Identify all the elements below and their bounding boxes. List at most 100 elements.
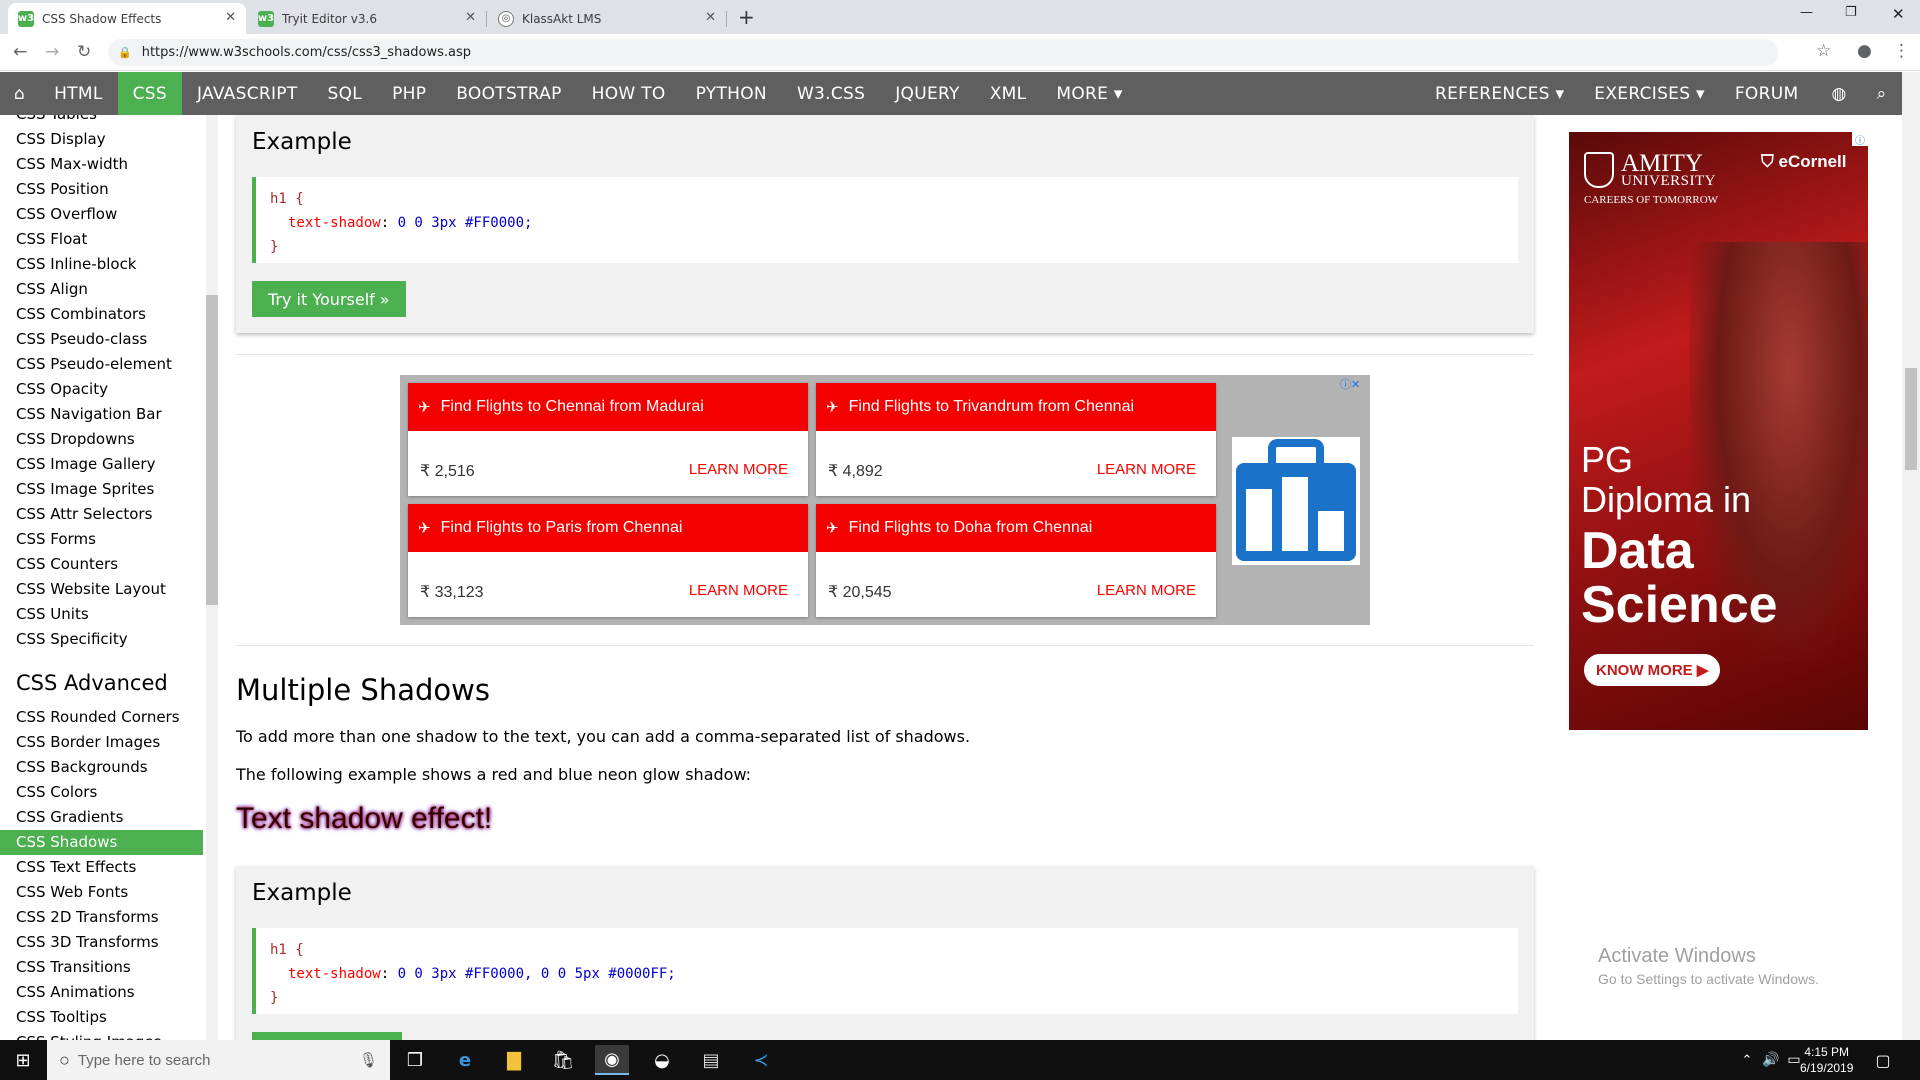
know-more-button[interactable]: KNOW MORE ▶: [1584, 654, 1721, 686]
close-icon[interactable]: ✕: [705, 10, 716, 25]
ad-choices-icon[interactable]: ⓘ: [1852, 132, 1868, 147]
profile-icon[interactable]: ●: [1857, 41, 1872, 61]
nav-forum[interactable]: FORUM: [1720, 72, 1814, 115]
notepad-icon[interactable]: ▤: [694, 1045, 728, 1075]
sidebar-item[interactable]: CSS Image Gallery: [0, 452, 203, 477]
close-icon[interactable]: ✕: [225, 10, 236, 25]
sidebar-item[interactable]: CSS 3D Transforms: [0, 930, 203, 955]
learn-more-link[interactable]: LEARN MORE: [1097, 461, 1196, 478]
nav-xml[interactable]: XML: [975, 72, 1042, 115]
nav-exercises[interactable]: EXERCISES ▾: [1579, 72, 1720, 115]
sidebar-item[interactable]: CSS Align: [0, 277, 203, 302]
nav-sql[interactable]: SQL: [313, 72, 378, 115]
tab-klassakt-lms[interactable]: ◎ KlassAkt LMS ✕: [488, 3, 727, 34]
sidebar-item[interactable]: CSS Web Fonts: [0, 880, 203, 905]
flight-card[interactable]: ✈ Find Flights to Doha from Chennai ₹ 20,…: [816, 504, 1216, 617]
learn-more-link[interactable]: LEARN MORE: [689, 582, 788, 599]
window-close-icon[interactable]: ✕: [1892, 5, 1905, 23]
notification-icon[interactable]: ▢: [1866, 1045, 1900, 1075]
sidebar-item[interactable]: CSS Backgrounds: [0, 755, 203, 780]
chrome-icon[interactable]: ◉: [595, 1045, 629, 1075]
sidebar-item[interactable]: CSS Units: [0, 602, 203, 627]
windows-start-icon[interactable]: ⊞: [6, 1045, 40, 1075]
sidebar-item[interactable]: CSS Rounded Corners: [0, 705, 203, 730]
taskbar-clock[interactable]: 4:15 PM 6/19/2019: [1800, 1044, 1853, 1076]
sidebar-item[interactable]: CSS Attr Selectors: [0, 502, 203, 527]
nav-jquery[interactable]: JQUERY: [880, 72, 975, 115]
try-it-yourself-button[interactable]: [252, 1032, 402, 1040]
sidebar-item[interactable]: CSS Specificity: [0, 627, 203, 652]
ad-choices-icon[interactable]: ⓘ✕: [1340, 376, 1360, 392]
eclipse-icon[interactable]: ◒: [645, 1045, 679, 1075]
sidebar-item[interactable]: CSS Tables: [0, 115, 203, 127]
sidebar-item[interactable]: CSS Text Effects: [0, 855, 203, 880]
globe-icon[interactable]: ◍: [1813, 72, 1864, 115]
sidebar-item-shadows[interactable]: CSS Shadows: [0, 830, 203, 855]
sidebar-scrollbar[interactable]: [206, 115, 218, 1040]
sidebar-item[interactable]: CSS Float: [0, 227, 203, 252]
forward-icon[interactable]: →: [45, 42, 59, 62]
close-icon[interactable]: ✕: [465, 10, 476, 25]
sidebar-item[interactable]: CSS Styling Images: [0, 1030, 203, 1040]
sidebar-item[interactable]: CSS Website Layout: [0, 577, 203, 602]
sidebar-item[interactable]: CSS Image Sprites: [0, 477, 203, 502]
sidebar-item[interactable]: CSS Transitions: [0, 955, 203, 980]
sidebar-item[interactable]: CSS Forms: [0, 527, 203, 552]
vscode-icon[interactable]: ≺: [744, 1045, 778, 1075]
page-scrollbar[interactable]: [1902, 72, 1920, 1040]
edge-icon[interactable]: e: [448, 1045, 482, 1075]
nav-references[interactable]: REFERENCES ▾: [1420, 72, 1579, 115]
sidebar-item[interactable]: CSS Combinators: [0, 302, 203, 327]
tab-tryit-editor[interactable]: w3 Tryit Editor v3.6 ✕: [248, 3, 487, 34]
sidebar-scrollbar-thumb[interactable]: [206, 295, 218, 605]
flight-ad[interactable]: ✈ Find Flights to Chennai from Madurai ₹ …: [400, 375, 1370, 625]
learn-more-link[interactable]: LEARN MORE: [1097, 582, 1196, 599]
new-tab-icon[interactable]: +: [738, 5, 755, 29]
sidebar-item[interactable]: CSS Pseudo-element: [0, 352, 203, 377]
sidebar-item[interactable]: CSS Counters: [0, 552, 203, 577]
amity-ad[interactable]: AMITY UNIVERSITY CAREERS OF TOMORROW ⛉ e…: [1569, 132, 1868, 730]
home-icon[interactable]: ⌂: [0, 72, 39, 115]
flight-card[interactable]: ✈ Find Flights to Chennai from Madurai ₹ …: [408, 383, 808, 496]
nav-php[interactable]: PHP: [377, 72, 441, 115]
file-explorer-icon[interactable]: ▇: [497, 1045, 531, 1075]
flight-card[interactable]: ✈ Find Flights to Trivandrum from Chennai…: [816, 383, 1216, 496]
sidebar-item[interactable]: CSS Position: [0, 177, 203, 202]
task-view-icon[interactable]: ❒: [398, 1045, 432, 1075]
nav-python[interactable]: PYTHON: [681, 72, 782, 115]
tab-css-shadow-effects[interactable]: w3 CSS Shadow Effects ✕: [8, 3, 246, 34]
nav-more[interactable]: MORE ▾: [1041, 72, 1137, 115]
nav-javascript[interactable]: JAVASCRIPT: [182, 72, 313, 115]
flight-card[interactable]: ✈ Find Flights to Paris from Chennai ₹ 33…: [408, 504, 808, 617]
sidebar-item[interactable]: CSS Gradients: [0, 805, 203, 830]
back-icon[interactable]: ←: [13, 42, 27, 62]
learn-more-link[interactable]: LEARN MORE: [689, 461, 788, 478]
sidebar-item[interactable]: CSS Pseudo-class: [0, 327, 203, 352]
nav-html[interactable]: HTML: [39, 72, 118, 115]
store-icon[interactable]: 🛍: [546, 1045, 580, 1075]
try-it-yourself-button[interactable]: Try it Yourself »: [252, 281, 406, 317]
nav-w3css[interactable]: W3.CSS: [782, 72, 880, 115]
nav-css[interactable]: CSS: [117, 72, 182, 115]
menu-kebab-icon[interactable]: ⋮: [1893, 41, 1910, 61]
url-bar[interactable]: 🔒 https://www.w3schools.com/css/css3_sha…: [108, 39, 1778, 66]
sidebar-item[interactable]: CSS Border Images: [0, 730, 203, 755]
sidebar-item[interactable]: CSS Max-width: [0, 152, 203, 177]
sidebar-item[interactable]: CSS Opacity: [0, 377, 203, 402]
sidebar-item[interactable]: CSS Tooltips: [0, 1005, 203, 1030]
sidebar-item[interactable]: CSS Animations: [0, 980, 203, 1005]
sidebar-item[interactable]: CSS Colors: [0, 780, 203, 805]
bookmark-star-icon[interactable]: ☆: [1816, 41, 1831, 61]
minimize-icon[interactable]: —: [1800, 5, 1813, 20]
page-scrollbar-thumb[interactable]: [1905, 368, 1917, 470]
sidebar-item[interactable]: CSS Overflow: [0, 202, 203, 227]
taskbar-search[interactable]: ○ Type here to search 🎙: [47, 1040, 390, 1080]
sidebar-item[interactable]: CSS Display: [0, 127, 203, 152]
microphone-icon[interactable]: 🎙: [359, 1051, 378, 1069]
search-icon[interactable]: ⌕: [1865, 72, 1899, 115]
sidebar-item[interactable]: CSS 2D Transforms: [0, 905, 203, 930]
sidebar-item[interactable]: CSS Inline-block: [0, 252, 203, 277]
reload-icon[interactable]: ↻: [77, 42, 91, 62]
restore-icon[interactable]: ❐: [1845, 5, 1857, 20]
nav-how-to[interactable]: HOW TO: [577, 72, 681, 115]
